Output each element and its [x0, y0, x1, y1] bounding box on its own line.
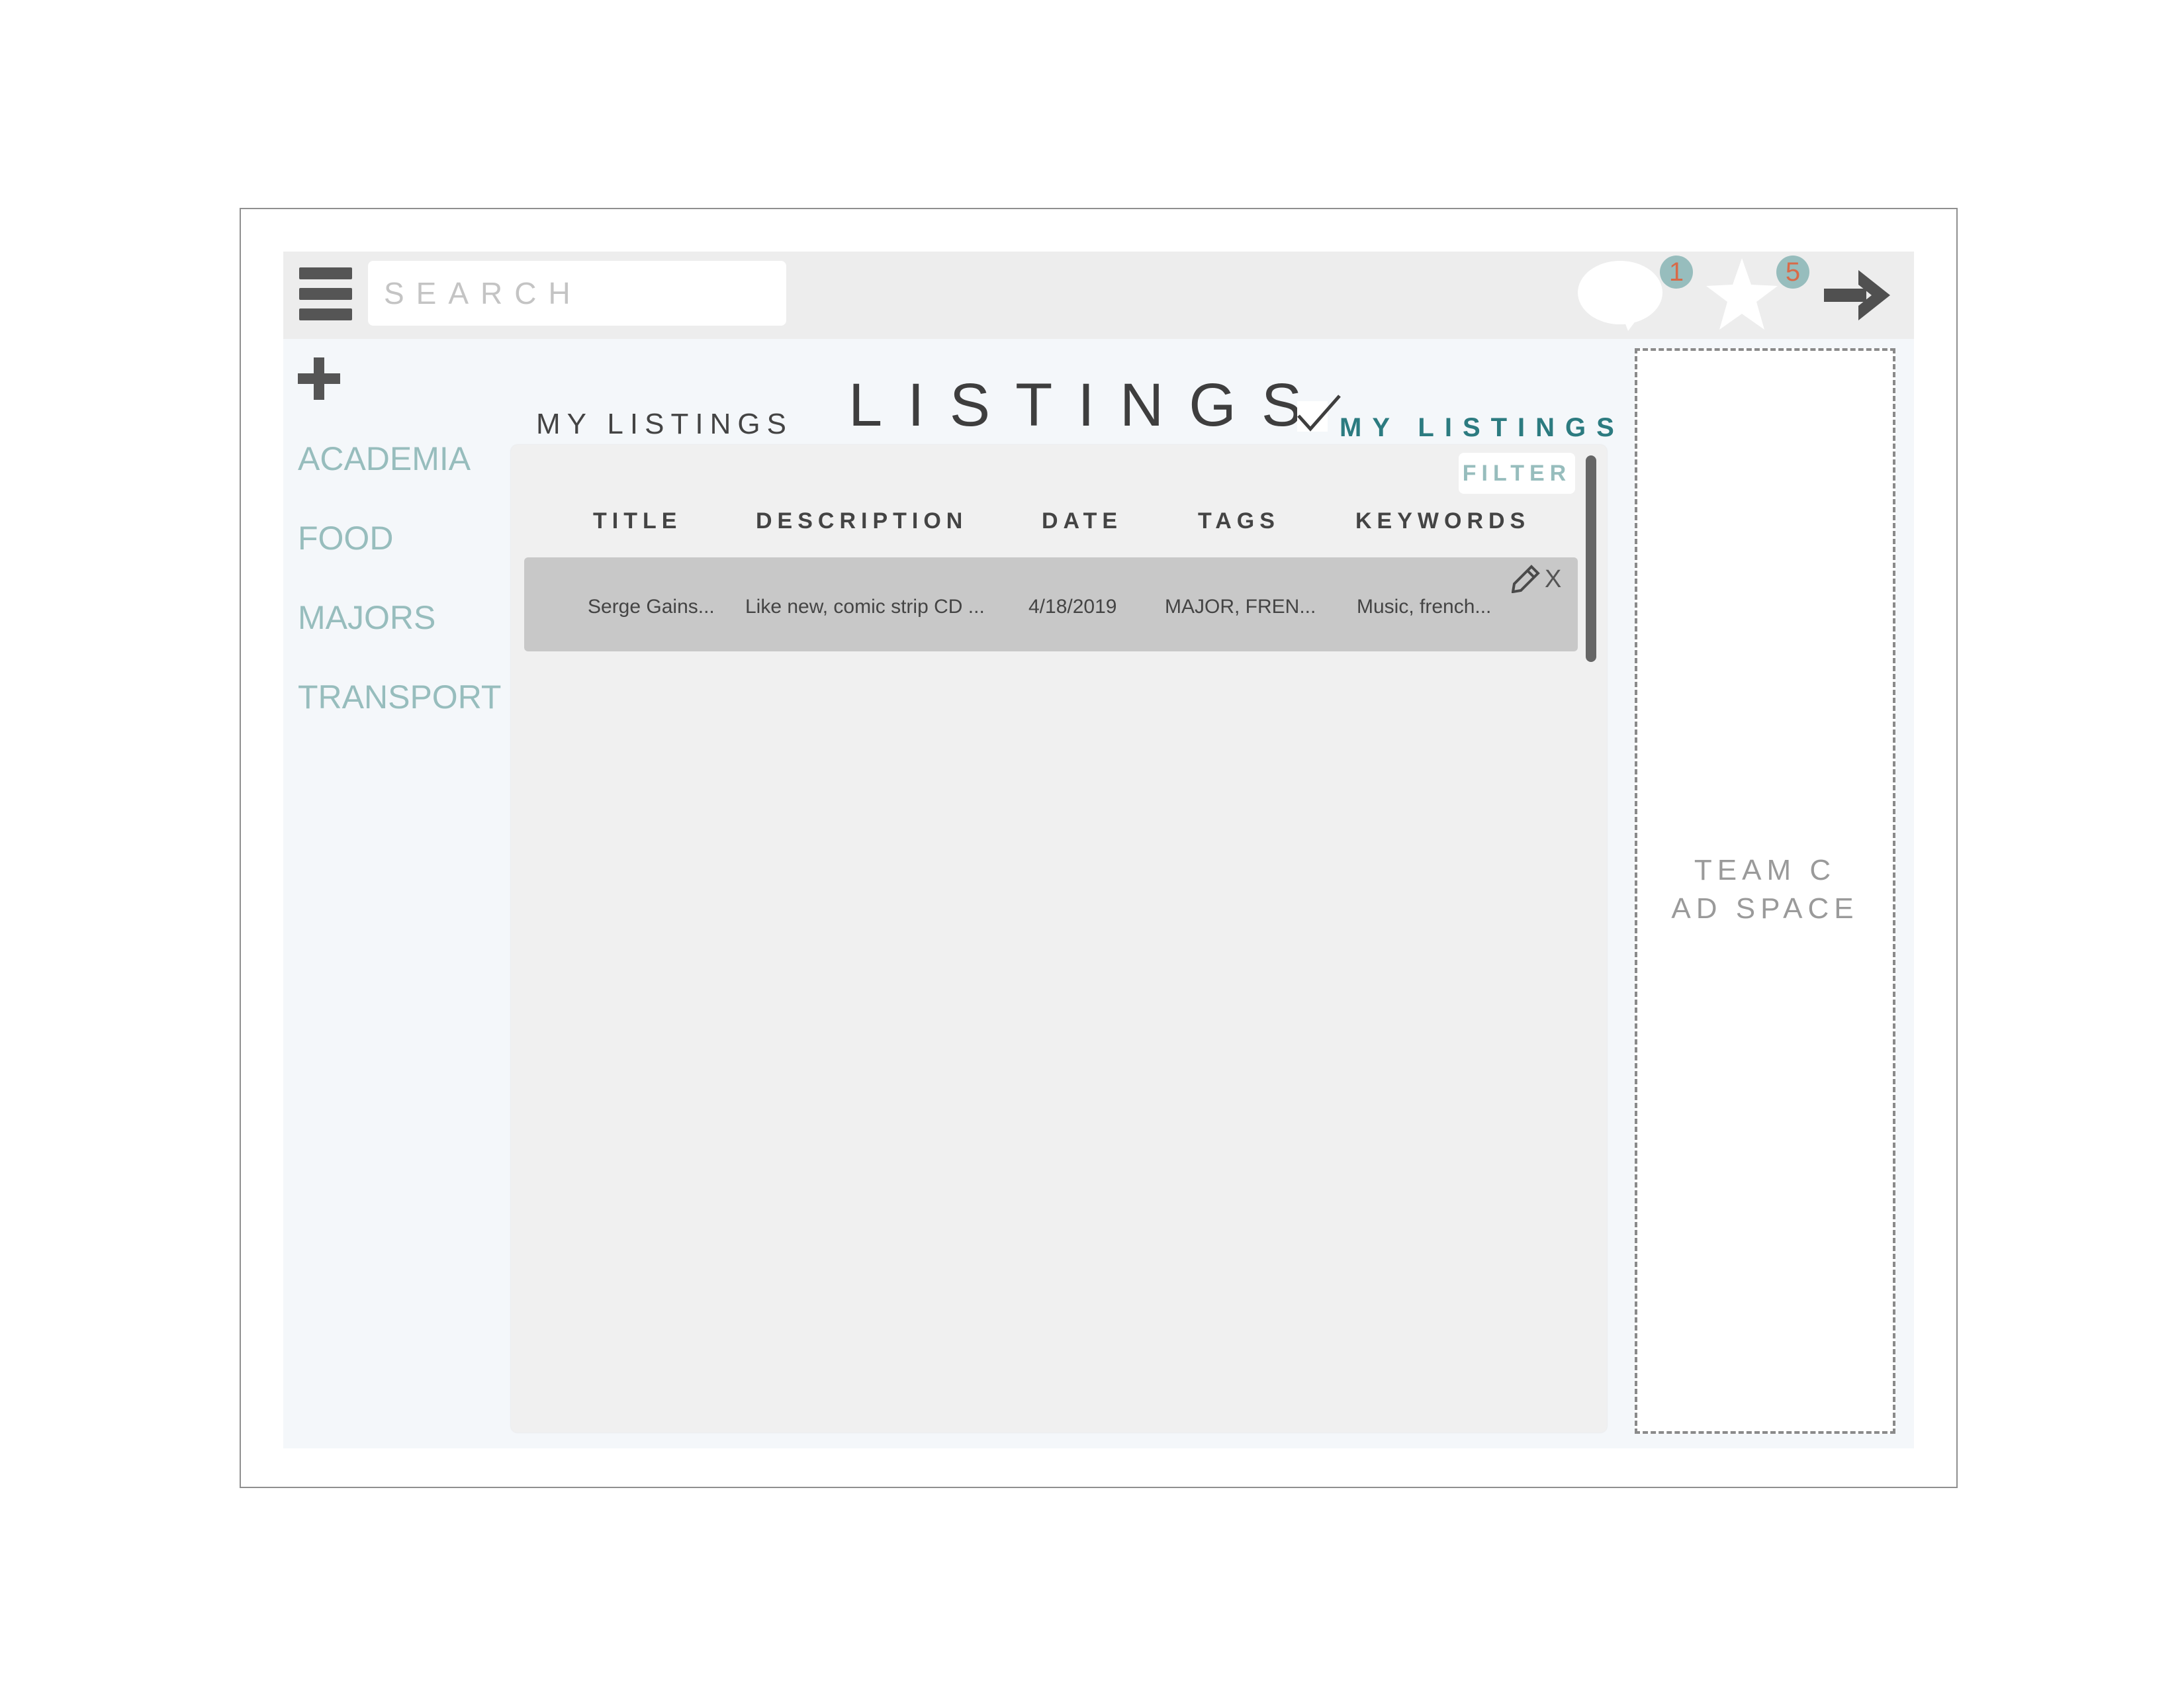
messages-badge: 1	[1660, 256, 1693, 289]
logout-button[interactable]	[1824, 270, 1890, 320]
sidebar-item-majors[interactable]: MAJORS	[298, 598, 435, 637]
my-listings-toggle[interactable]: MY LISTINGS	[1340, 413, 1625, 443]
star-icon	[1706, 258, 1778, 330]
column-header-tags[interactable]: TAGS	[1198, 508, 1280, 534]
pencil-icon[interactable]	[1512, 564, 1541, 593]
sidebar-item-academia[interactable]: ACADEMIA	[298, 440, 471, 478]
row-tags: MAJOR, FREN...	[1165, 596, 1316, 618]
column-header-keywords[interactable]: KEYWORDS	[1355, 508, 1530, 534]
ad-text-line1: TEAM C	[1694, 854, 1837, 886]
column-header-title[interactable]: TITLE	[593, 508, 682, 534]
search-input[interactable]	[368, 261, 786, 326]
filter-button[interactable]: FILTER	[1459, 453, 1575, 494]
ad-text-line2: AD SPACE	[1671, 892, 1859, 925]
row-date: 4/18/2019	[1028, 596, 1117, 618]
row-description: Like new, comic strip CD ...	[745, 596, 985, 618]
delete-button[interactable]: X	[1545, 565, 1561, 594]
column-header-description[interactable]: DESCRIPTION	[756, 508, 968, 534]
row-keywords: Music, french...	[1357, 596, 1492, 618]
row-title: Serge Gains...	[588, 596, 715, 618]
favorites-badge: 5	[1776, 256, 1809, 289]
page-title: LISTINGS	[848, 371, 1328, 439]
arrow-right-icon	[1824, 270, 1890, 320]
sidebar-item-transport[interactable]: TRANSPORT	[298, 678, 501, 716]
menu-icon[interactable]	[299, 267, 352, 320]
scrollbar[interactable]	[1586, 455, 1596, 662]
column-header-date[interactable]: DATE	[1042, 508, 1122, 534]
messages-button[interactable]	[1578, 257, 1670, 331]
plus-icon[interactable]	[298, 357, 340, 400]
ad-space	[1635, 348, 1895, 1434]
my-listings-heading: MY LISTINGS	[536, 408, 793, 440]
check-icon	[1297, 395, 1341, 432]
favorites-button[interactable]	[1705, 256, 1779, 335]
sidebar-item-food[interactable]: FOOD	[298, 519, 393, 557]
chat-bubble-icon	[1578, 261, 1662, 331]
